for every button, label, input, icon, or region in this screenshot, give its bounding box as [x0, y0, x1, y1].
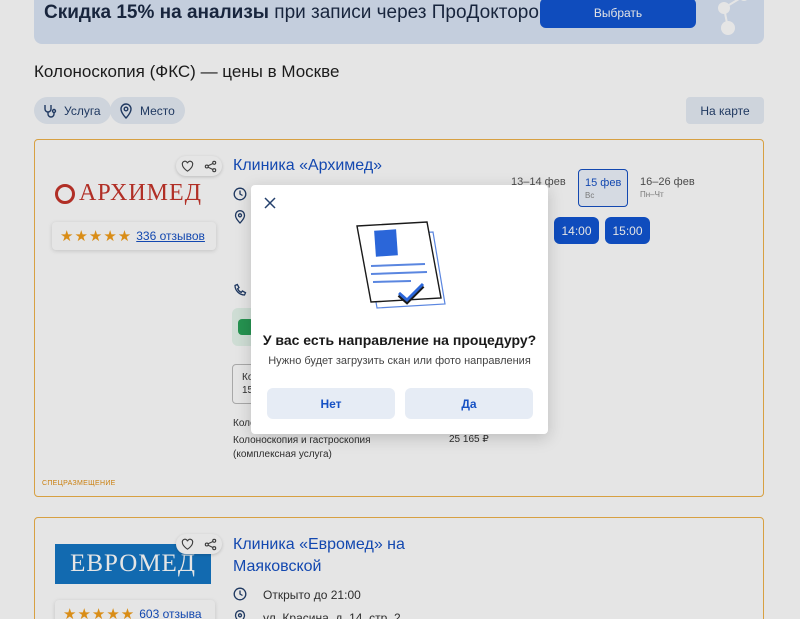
dialog-title: У вас есть направление на процедуру?: [262, 332, 537, 348]
close-icon[interactable]: [263, 196, 277, 210]
yes-button[interactable]: Да: [405, 388, 533, 419]
referral-dialog: У вас есть направление на процедуру? Нуж…: [251, 185, 548, 434]
document-check-illustration: [356, 221, 446, 309]
dialog-subtitle: Нужно будет загрузить скан или фото напр…: [268, 355, 531, 367]
no-button[interactable]: Нет: [267, 388, 395, 419]
